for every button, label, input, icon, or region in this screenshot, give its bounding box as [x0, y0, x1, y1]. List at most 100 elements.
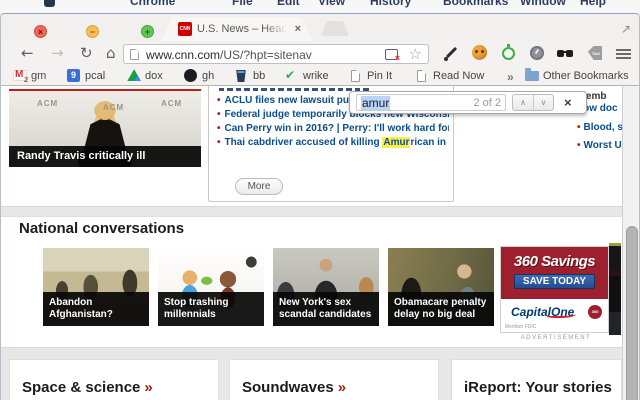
clipped-headline	[219, 88, 369, 91]
photo-top-red-line	[9, 89, 201, 91]
find-close-button[interactable]: ×	[564, 96, 572, 109]
right-col-link[interactable]: •Blood, sp	[577, 122, 622, 133]
bookmark-pinit[interactable]: Pin It	[349, 69, 397, 84]
find-next-button[interactable]: ∨	[533, 95, 553, 110]
section-ireport: iReport: Your stories	[451, 359, 622, 400]
page-viewport: ACM ACM ACM Randy Travis critically ill …	[1, 86, 639, 400]
tag-extension-icon[interactable]: TAG	[586, 44, 604, 62]
navigation-toolbar: ← → ↻ ⌂ www.cnn.com/US/?hpt=sitenav × ☆ …	[1, 41, 639, 67]
menu-bookmarks[interactable]: Bookmarks	[443, 0, 508, 8]
page-scrollbar[interactable]	[622, 86, 639, 400]
section-title[interactable]: Space & science»	[10, 360, 218, 396]
member-fdic-text: Member FDIC	[505, 324, 537, 330]
chevron-right-icon: »	[144, 379, 153, 396]
menu-window[interactable]: Window	[520, 0, 566, 8]
find-match-highlight: Amur	[382, 137, 411, 148]
bookmark-gmail[interactable]: M2 gm	[13, 69, 57, 84]
bookmarks-overflow-chevron[interactable]: »	[507, 70, 514, 84]
headline-link[interactable]: • Thai cabdriver accused of killing Amurr…	[217, 137, 449, 148]
menu-view[interactable]: View	[318, 0, 345, 8]
url-path: /US/?hpt=sitenav	[220, 48, 312, 62]
bitbucket-icon	[236, 70, 246, 82]
section-title[interactable]: iReport: Your stories	[452, 360, 621, 396]
find-query-text: amur	[361, 95, 391, 110]
lead-photo[interactable]: ACM ACM ACM Randy Travis critically ill	[9, 89, 201, 167]
scrollbar-thumb[interactable]	[626, 226, 638, 400]
headline-link[interactable]: • Can Perry win in 2016? | Perry: I'll wo…	[217, 123, 449, 134]
menu-help[interactable]: Help	[580, 0, 606, 8]
active-tab[interactable]: CNN U.S. News – Headlines, St ×	[161, 17, 313, 41]
checkmark-icon: ✔	[285, 68, 296, 82]
chevron-right-icon: »	[337, 379, 347, 396]
capitalone-logo: CapitalOne	[511, 305, 575, 319]
menu-edit[interactable]: Edit	[277, 0, 300, 8]
macos-menubar: Chrome File Edit View History Bookmarks …	[0, 0, 640, 13]
section-heading: National conversations	[19, 220, 185, 237]
conversation-card-scandal[interactable]: New York's sex scandal candidates	[273, 248, 379, 326]
stopwatch-extension-icon[interactable]	[500, 44, 518, 62]
eyedropper-extension-icon[interactable]	[443, 44, 461, 62]
zoom-window-button[interactable]: +	[141, 25, 154, 38]
gmail-icon: M2	[13, 69, 28, 84]
section-space-science: Space & science»	[9, 359, 219, 400]
bookmark-pcal[interactable]: 9 pcal	[67, 69, 113, 84]
capitalone-ad[interactable]: 360 Savings SAVE TODAY CapitalOne 360 Me…	[500, 246, 609, 333]
fullscreen-icon[interactable]: ↗	[621, 22, 631, 36]
ad-save-today-button[interactable]: SAVE TODAY	[513, 274, 596, 289]
bookmark-dox[interactable]: dox	[127, 69, 169, 84]
tower-ad-edge	[609, 243, 621, 335]
url-text[interactable]: www.cnn.com/US/?hpt=sitenav	[146, 48, 312, 62]
home-button[interactable]: ⌂	[106, 43, 116, 63]
bookmark-star-icon[interactable]: ☆	[409, 45, 422, 63]
screenshot-root: Chrome File Edit View History Bookmarks …	[0, 0, 640, 400]
github-icon	[184, 69, 197, 82]
capitalone-360-badge: 360	[588, 305, 602, 319]
url-domain: www.cnn.com	[146, 48, 221, 62]
minimize-window-button[interactable]: −	[86, 25, 99, 38]
photo-caption: Randy Travis critically ill	[9, 146, 201, 167]
ad-headline: 360 Savings	[513, 253, 596, 270]
apple-menu-icon[interactable]	[44, 0, 55, 7]
find-input[interactable]: amur 2 of 2	[356, 94, 506, 111]
tab-strip: × − + CNN U.S. News – Headlines, St × ↗	[1, 14, 639, 41]
bookmark-gh[interactable]: gh	[184, 69, 218, 84]
menu-history[interactable]: History	[370, 0, 411, 8]
orange-face-extension-icon[interactable]	[471, 44, 489, 62]
advertisement-label: ADVERTISEMENT	[520, 335, 592, 341]
close-window-button[interactable]: ×	[34, 25, 47, 38]
gauge-extension-icon[interactable]	[528, 44, 546, 62]
tab-close-icon[interactable]: ×	[295, 22, 301, 36]
find-match-count: 2 of 2	[473, 96, 501, 109]
popup-blocked-icon[interactable]: ×	[385, 49, 400, 63]
cnn-favicon: CNN	[178, 22, 192, 36]
bookmark-readnow[interactable]: Read Now	[415, 69, 485, 84]
menu-chrome[interactable]: Chrome	[130, 0, 175, 8]
reload-button[interactable]: ↻	[80, 43, 93, 63]
conversation-card-obamacare[interactable]: Obamacare penalty delay no big deal	[388, 248, 494, 326]
folder-icon	[525, 68, 539, 81]
conversation-card-millennials[interactable]: Stop trashing millennials	[158, 248, 264, 326]
find-nav-buttons: ∧ ∨	[512, 94, 554, 111]
more-button[interactable]: More	[235, 178, 283, 195]
page-security-icon[interactable]	[130, 49, 139, 60]
bookmark-wrike[interactable]: ✔ wrike	[285, 68, 335, 84]
address-bar[interactable]: www.cnn.com/US/?hpt=sitenav × ☆	[123, 44, 429, 64]
tab-title-fade	[265, 23, 287, 36]
mask-extension-icon[interactable]	[556, 44, 574, 62]
other-bookmarks[interactable]: Other Bookmarks	[525, 68, 635, 84]
find-bar: amur 2 of 2 ∧ ∨ ×	[349, 91, 587, 114]
forward-button[interactable]: →	[51, 43, 64, 63]
new-tab-button[interactable]	[321, 21, 349, 36]
bookmark-bb[interactable]: bb	[235, 69, 269, 84]
section-title[interactable]: Soundwaves»	[230, 360, 438, 396]
right-col-link[interactable]: •Worst U.S	[577, 140, 622, 151]
find-previous-button[interactable]: ∧	[513, 95, 533, 110]
drive-icon	[127, 69, 141, 81]
page-icon	[417, 70, 426, 82]
menu-file[interactable]: File	[232, 0, 253, 8]
conversation-card-afghanistan[interactable]: Abandon Afghanistan?	[43, 248, 149, 326]
back-button[interactable]: ←	[21, 43, 34, 63]
calendar-icon: 9	[67, 69, 80, 82]
chrome-menu-icon[interactable]	[615, 44, 633, 62]
bookmarks-bar: M2 gm 9 pcal dox gh bb ✔ wrike Pin It Re…	[1, 67, 639, 86]
